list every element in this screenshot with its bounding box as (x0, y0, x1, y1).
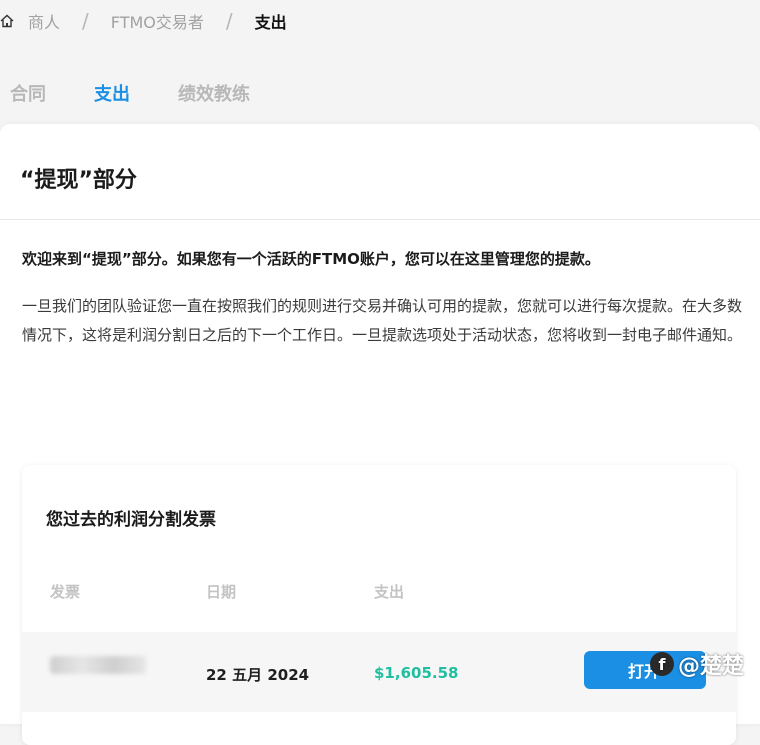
breadcrumb-current: 支出 (254, 13, 287, 32)
invoices-title: 您过去的利润分割发票 (46, 510, 216, 530)
row-date: 22 五月 2024 (206, 666, 310, 684)
home-icon[interactable] (0, 14, 14, 28)
breadcrumb-separator: / (82, 9, 89, 33)
tab-payouts[interactable]: 支出 (94, 80, 130, 106)
watermark-text: @楚楚 (678, 654, 745, 679)
row-amount: $1,605.58 (374, 664, 459, 682)
divider (0, 219, 760, 220)
tab-bar: 合同 支出 绩效教练 (10, 80, 298, 106)
watermark: f @楚楚 (650, 648, 744, 680)
breadcrumb: 商人 / FTMO交易者 / 支出 (0, 0, 287, 42)
column-header-invoice: 发票 (50, 583, 81, 601)
intro-paragraph: 一旦我们的团队验证您一直在按照我们的规则进行交易并确认可用的提款，您就可以进行每… (22, 297, 743, 344)
watermark-logo-icon: f (650, 652, 674, 676)
invoices-panel: 您过去的利润分割发票 发票 日期 支出 22 五月 2024 $1,605.58… (22, 465, 736, 745)
tab-contracts[interactable]: 合同 (10, 80, 46, 106)
intro-heading: 欢迎来到“提现”部分。如果您有一个活跃的FTMO账户，您可以在这里管理您的提款。 (22, 250, 600, 268)
breadcrumb-item-ftmo-trader[interactable]: FTMO交易者 (111, 9, 204, 33)
breadcrumb-separator: / (225, 9, 233, 33)
breadcrumb-item-merchant[interactable]: 商人 (28, 9, 60, 33)
column-header-payout: 支出 (374, 583, 405, 601)
column-header-date: 日期 (206, 583, 237, 601)
tab-performance-coach[interactable]: 绩效教练 (178, 80, 250, 106)
page-title: “提现”部分 (20, 168, 137, 193)
withdrawal-card: “提现”部分 欢迎来到“提现”部分。如果您有一个活跃的FTMO账户，您可以在这里… (0, 124, 760, 745)
invoice-number-redacted (50, 656, 146, 674)
table-row: 22 五月 2024 $1,605.58 打开 (22, 632, 736, 712)
